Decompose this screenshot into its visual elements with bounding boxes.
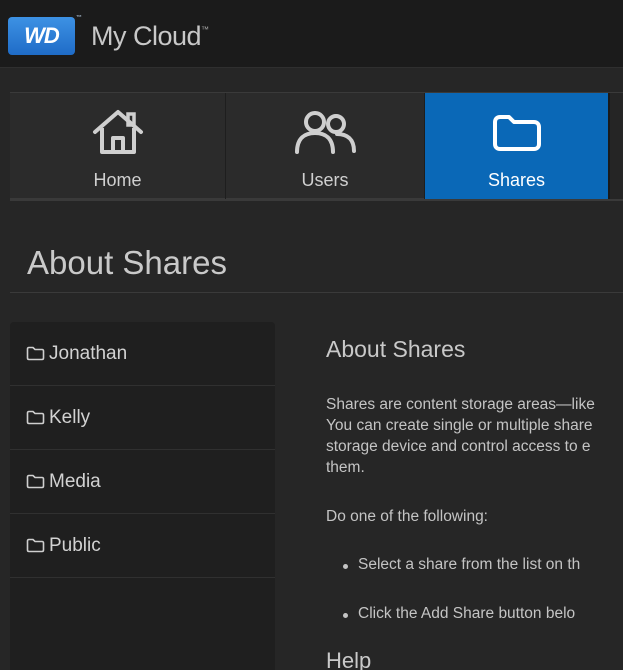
help-panel: About Shares Shares are content storage … bbox=[326, 336, 623, 670]
page-title: About Shares bbox=[27, 244, 227, 281]
share-item-public[interactable]: Public bbox=[10, 514, 275, 578]
logo-text: WD bbox=[24, 23, 60, 48]
nav-shares[interactable]: Shares bbox=[425, 93, 608, 199]
folder-icon bbox=[26, 346, 45, 361]
share-list: Jonathan Kelly Media Public bbox=[10, 322, 275, 670]
home-icon bbox=[91, 102, 145, 162]
share-item-kelly[interactable]: Kelly bbox=[10, 386, 275, 450]
users-icon bbox=[292, 102, 358, 162]
help-heading: About Shares bbox=[326, 336, 466, 362]
wd-logo: WD ™ bbox=[8, 15, 82, 55]
app-title-text: My Cloud bbox=[91, 21, 202, 51]
help-paragraph-line: You can create single or multiple share bbox=[326, 417, 593, 434]
title-divider bbox=[10, 292, 623, 293]
logo-trademark: ™ bbox=[76, 15, 82, 21]
share-item-media[interactable]: Media bbox=[10, 450, 275, 514]
main-nav: Home Users Shares bbox=[10, 92, 623, 201]
folder-icon bbox=[491, 102, 543, 162]
nav-home-label: Home bbox=[93, 170, 142, 190]
share-item-jonathan[interactable]: Jonathan bbox=[10, 322, 275, 386]
help-bullet: Select a share from the list on th bbox=[343, 556, 623, 577]
app-title: My Cloud™ bbox=[91, 21, 209, 52]
share-item-label: Public bbox=[49, 534, 101, 556]
share-item-label: Jonathan bbox=[49, 342, 128, 364]
nav-shares-label: Shares bbox=[487, 170, 546, 190]
app-title-trademark: ™ bbox=[201, 25, 209, 34]
folder-icon bbox=[26, 474, 45, 489]
top-bar: WD ™ My Cloud™ bbox=[0, 0, 623, 68]
help-paragraph-line: Shares are content storage areas—like bbox=[326, 396, 595, 413]
help-bullet-list: Select a share from the list on th Click… bbox=[326, 556, 623, 626]
help-bullet: Click the Add Share button belo bbox=[343, 605, 623, 626]
folder-icon bbox=[26, 410, 45, 425]
nav-users-label: Users bbox=[301, 170, 349, 190]
help-subheading: Help bbox=[326, 648, 372, 670]
help-paragraph-line: them. bbox=[326, 459, 365, 476]
folder-icon bbox=[26, 538, 45, 553]
help-paragraph-line: storage device and control access to e bbox=[326, 438, 591, 455]
nav-users[interactable]: Users bbox=[226, 93, 425, 199]
share-item-label: Media bbox=[49, 470, 101, 492]
help-instruction: Do one of the following: bbox=[326, 508, 488, 525]
nav-home[interactable]: Home bbox=[10, 93, 226, 199]
nav-overflow-edge bbox=[608, 93, 623, 199]
share-item-label: Kelly bbox=[49, 406, 91, 428]
